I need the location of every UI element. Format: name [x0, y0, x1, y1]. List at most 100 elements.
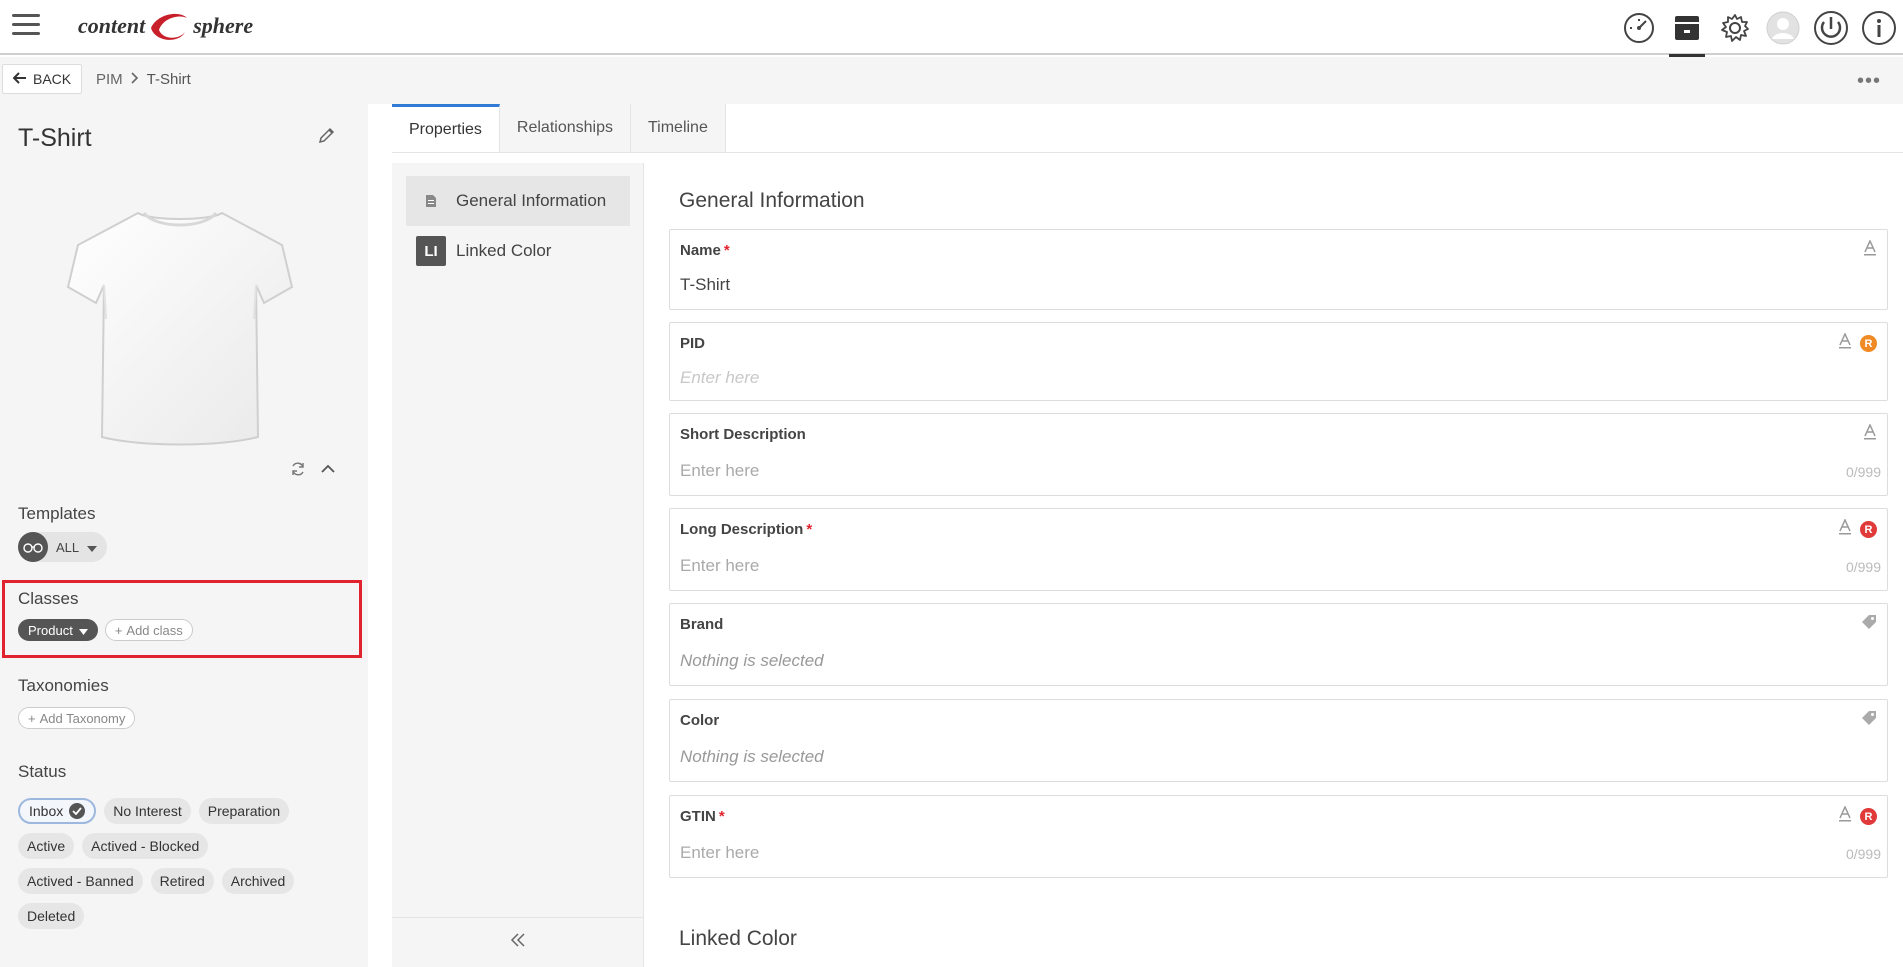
name-value: T-Shirt — [680, 275, 731, 294]
tab-properties[interactable]: Properties — [392, 104, 500, 152]
template-value: ALL — [56, 539, 80, 555]
plus-icon: + — [114, 622, 123, 638]
nav-item-label: General Information — [456, 191, 607, 210]
plus-icon: + — [28, 710, 36, 726]
status-chip-archived[interactable]: Archived — [221, 868, 295, 894]
section-title-linked-color: Linked Color — [679, 927, 797, 950]
class-chip-label: Product — [28, 622, 73, 638]
hamburger-menu-icon[interactable] — [12, 14, 40, 36]
status-chip-actived-blocked[interactable]: Actived - Blocked — [82, 833, 209, 859]
status-chip-group: Inbox No Interest Preparation Active Act… — [18, 798, 328, 929]
pid-field[interactable]: PID R Enter here — [669, 322, 1888, 401]
gear-icon[interactable] — [1711, 0, 1759, 55]
text-format-icon — [1838, 805, 1852, 827]
text-format-icon — [1863, 423, 1877, 445]
double-chevron-left-icon — [510, 933, 526, 952]
add-class-label: Add class — [126, 622, 183, 638]
status-chip-no-interest[interactable]: No Interest — [104, 798, 191, 824]
tag-icon — [1861, 710, 1877, 731]
back-label: BACK — [33, 71, 72, 87]
templates-label: Templates — [18, 504, 96, 523]
more-options-icon[interactable]: ••• — [1857, 71, 1881, 91]
status-chip-actived-banned[interactable]: Actived - Banned — [18, 868, 143, 894]
properties-form: General Information Name * T-Shirt PID R … — [645, 153, 1903, 967]
text-format-icon — [1863, 239, 1877, 261]
status-label: Status — [18, 762, 67, 781]
status-chip-retired[interactable]: Retired — [150, 868, 214, 894]
collapse-nav-button[interactable] — [392, 917, 644, 967]
class-chip-product[interactable]: Product — [18, 619, 98, 641]
pencil-edit-icon[interactable] — [318, 126, 336, 149]
add-taxonomy-button[interactable]: + Add Taxonomy — [18, 707, 136, 729]
name-field[interactable]: Name * T-Shirt — [669, 229, 1888, 310]
color-label: Color — [680, 712, 720, 729]
back-button[interactable]: BACK — [2, 64, 83, 94]
long-description-placeholder: Enter here — [680, 556, 760, 575]
status-chip-inbox[interactable]: Inbox — [18, 798, 97, 824]
tab-timeline[interactable]: Timeline — [630, 104, 726, 152]
add-class-button[interactable]: + Add class — [104, 619, 193, 641]
color-placeholder: Nothing is selected — [680, 747, 824, 766]
status-chip-deleted[interactable]: Deleted — [18, 903, 85, 929]
product-image[interactable] — [60, 199, 300, 459]
caret-down-icon — [78, 623, 88, 638]
info-icon[interactable] — [1855, 0, 1903, 55]
logo-text-left: content — [78, 13, 146, 38]
logo-swoosh-icon — [151, 13, 188, 40]
status-chip-active[interactable]: Active — [18, 833, 75, 859]
check-circle-icon — [69, 803, 86, 819]
chevron-up-icon[interactable] — [320, 461, 336, 482]
short-description-field[interactable]: Short Description Enter here 0/999 — [669, 413, 1888, 496]
required-badge-icon: R — [1860, 335, 1877, 352]
text-format-icon — [1838, 518, 1852, 540]
nav-item-general-information[interactable]: General Information — [406, 176, 630, 226]
gtin-label: GTIN * — [680, 808, 725, 825]
dashboard-icon[interactable] — [1615, 0, 1663, 55]
caret-down-icon — [87, 540, 98, 555]
required-badge-icon: R — [1860, 808, 1877, 825]
color-field[interactable]: Color Nothing is selected — [669, 699, 1888, 782]
short-description-counter: 0/999 — [1845, 464, 1881, 480]
nav-item-label: Linked Color — [456, 241, 552, 260]
tab-bar: Properties Relationships Timeline — [392, 104, 726, 152]
linked-color-icon: LI — [416, 236, 446, 266]
taxonomies-label: Taxonomies — [18, 676, 109, 695]
brand-field[interactable]: Brand Nothing is selected — [669, 603, 1888, 686]
logo-text-right: sphere — [193, 13, 254, 38]
status-chip-preparation[interactable]: Preparation — [198, 798, 290, 824]
tag-icon — [1861, 614, 1877, 635]
user-avatar-icon[interactable] — [1759, 0, 1807, 55]
app-logo[interactable]: content sphere — [78, 8, 253, 44]
required-badge-icon: R — [1860, 521, 1877, 538]
gtin-field[interactable]: GTIN * R Enter here 0/999 — [669, 795, 1888, 878]
name-label: Name * — [680, 242, 730, 259]
gtin-placeholder: Enter here — [680, 843, 760, 862]
glasses-icon — [18, 532, 48, 562]
top-header: content sphere — [0, 0, 1903, 57]
refresh-icon[interactable] — [290, 461, 306, 482]
archive-box-icon[interactable] — [1663, 0, 1711, 57]
tab-relationships[interactable]: Relationships — [499, 104, 631, 152]
brand-placeholder: Nothing is selected — [680, 651, 824, 670]
nav-item-linked-color[interactable]: LI Linked Color — [406, 226, 630, 276]
chevron-right-icon — [131, 71, 139, 88]
text-format-icon — [1838, 332, 1852, 354]
short-description-label: Short Description — [680, 426, 806, 443]
document-icon — [416, 186, 446, 216]
brand-label: Brand — [680, 616, 724, 633]
status-chip-label: Inbox — [29, 803, 64, 819]
property-group-nav: General Information LI Linked Color — [392, 163, 644, 967]
pid-label: PID — [680, 335, 706, 352]
long-description-counter: 0/999 — [1845, 559, 1881, 575]
classes-label: Classes — [18, 589, 79, 608]
breadcrumb: PIM T-Shirt — [96, 71, 191, 88]
breadcrumb-item-current: T-Shirt — [146, 71, 191, 88]
section-title-general-information: General Information — [679, 189, 865, 212]
arrow-left-icon — [12, 71, 27, 87]
long-description-field[interactable]: Long Description * R Enter here 0/999 — [669, 508, 1888, 591]
gtin-counter: 0/999 — [1845, 846, 1881, 862]
breadcrumb-bar: BACK PIM T-Shirt ••• — [0, 57, 1903, 104]
power-icon[interactable] — [1807, 0, 1855, 55]
breadcrumb-item-pim[interactable]: PIM — [96, 71, 123, 88]
template-selector[interactable]: ALL — [18, 532, 108, 562]
